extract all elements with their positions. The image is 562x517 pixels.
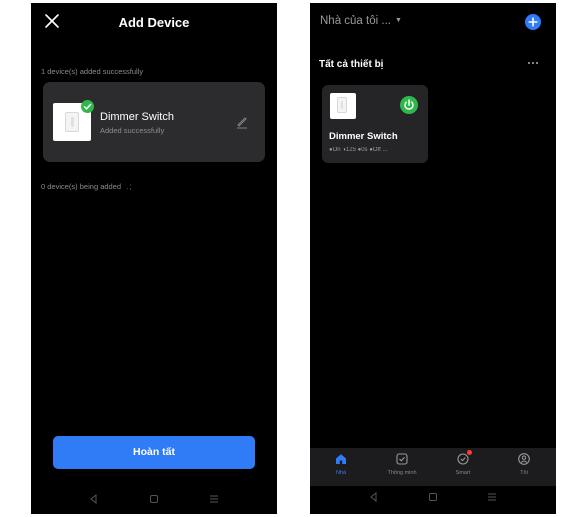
tile-device-stats: ●On ◑125 ●0s ●Off ... (329, 147, 388, 153)
adding-count-text: 0 device(s) being added (41, 182, 122, 191)
tab-smart[interactable]: Smart (438, 450, 488, 476)
plus-icon (528, 17, 538, 27)
home-square-icon[interactable] (426, 490, 440, 504)
add-device-screen: Add Device 1 device(s) added successfull… (31, 3, 277, 514)
adding-count-label: 0 device(s) being added.; (41, 182, 133, 191)
menu-icon[interactable] (207, 492, 221, 506)
checkbox-icon (395, 452, 409, 466)
power-toggle-button[interactable] (400, 96, 418, 114)
notification-dot (467, 450, 472, 455)
done-button[interactable]: Hoàn tất (53, 436, 255, 469)
menu-icon[interactable] (485, 490, 499, 504)
profile-icon (517, 452, 531, 466)
tab-home[interactable]: Nhà (316, 452, 366, 476)
loading-indicator: .; (126, 182, 133, 191)
device-status: Added successfully (100, 126, 165, 135)
power-icon (404, 99, 414, 110)
section-title: Tất cả thiết bị (319, 59, 384, 70)
device-name: Dimmer Switch (100, 111, 174, 123)
header-bar: Add Device (31, 3, 277, 43)
home-square-icon[interactable] (147, 492, 161, 506)
added-device-card: Dimmer Switch Added successfully (43, 82, 265, 162)
tab-smart-scenes[interactable]: Thông minh (377, 452, 427, 476)
home-selector[interactable]: Nhà của tôi ... ▼ (320, 15, 402, 27)
dimmer-switch-image (65, 112, 79, 132)
add-device-button[interactable] (525, 14, 541, 30)
device-thumbnail (330, 93, 356, 119)
tab-label: Nhà (335, 470, 347, 476)
tab-profile[interactable]: Tôi (499, 452, 549, 476)
added-count-label: 1 device(s) added successfully (41, 67, 144, 76)
home-name: Nhà của tôi ... (320, 15, 391, 27)
tab-label: Thông minh (387, 470, 417, 476)
tab-label: Smart (455, 470, 471, 476)
check-icon (81, 100, 94, 113)
back-icon[interactable] (87, 492, 101, 506)
system-nav-bar (310, 486, 556, 508)
edit-icon[interactable] (235, 115, 249, 129)
back-icon[interactable] (367, 490, 381, 504)
smart-shield-icon (456, 450, 472, 466)
bottom-tab-bar: Nhà Thông minh Smart Tôi (310, 448, 556, 486)
home-screen: Nhà của tôi ... ▼ Tất cả thiết bị Dimmer … (310, 3, 556, 514)
tile-device-name: Dimmer Switch (329, 131, 398, 142)
device-tile[interactable]: Dimmer Switch ●On ◑125 ●0s ●Off ... (322, 85, 428, 163)
more-icon[interactable] (526, 56, 540, 68)
tab-label: Tôi (520, 470, 528, 476)
system-nav-bar (31, 488, 277, 510)
dimmer-switch-image (337, 97, 347, 113)
page-title: Add Device (118, 15, 190, 30)
caret-down-icon: ▼ (394, 17, 402, 24)
home-icon (334, 452, 348, 466)
